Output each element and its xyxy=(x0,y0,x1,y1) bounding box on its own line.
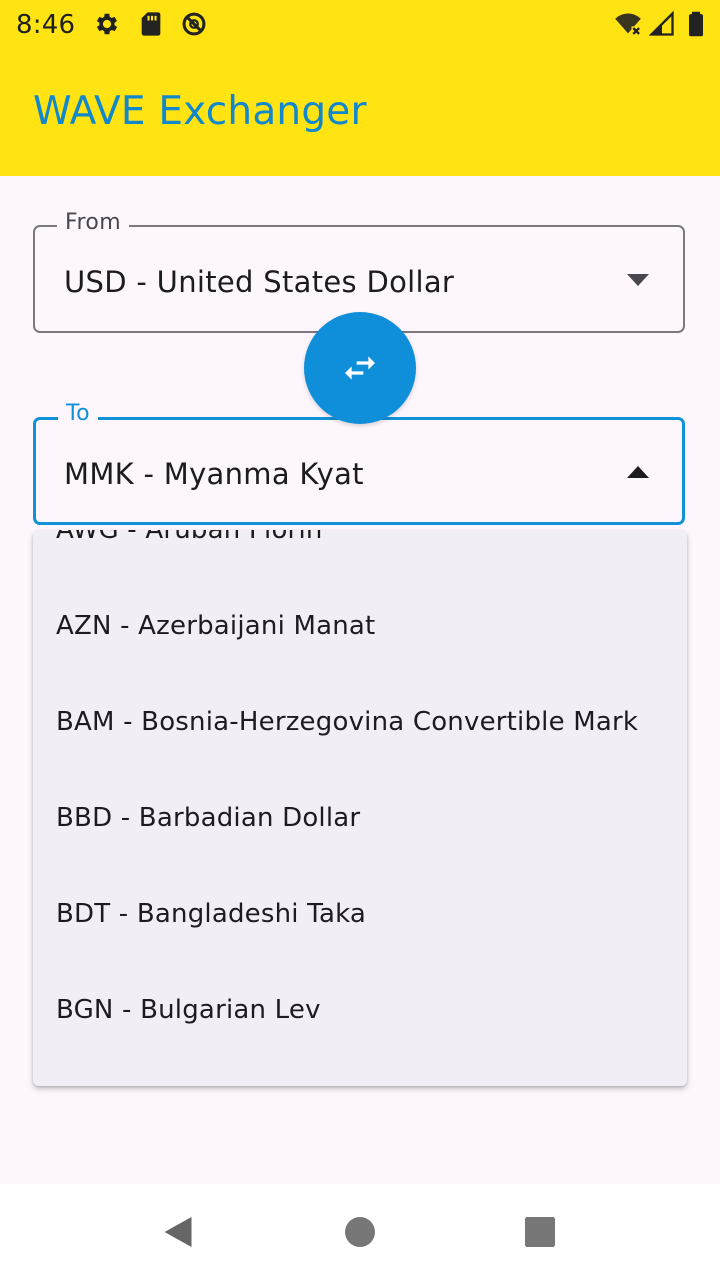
system-navigation-bar xyxy=(0,1184,720,1280)
menu-item-label: BAM - Bosnia-Herzegovina Convertible Mar… xyxy=(56,707,639,737)
currency-dropdown-menu[interactable]: AWG - Aruban Florin AZN - Azerbaijani Ma… xyxy=(33,530,687,1086)
home-icon[interactable] xyxy=(342,1214,378,1250)
swap-arrows-icon xyxy=(345,356,375,380)
status-time: 8:46 xyxy=(16,10,76,40)
swap-currencies-button[interactable] xyxy=(304,312,416,424)
from-field-label: From xyxy=(57,208,130,238)
menu-item-awg[interactable]: AWG - Aruban Florin xyxy=(33,530,687,578)
app-title: WAVE Exchanger xyxy=(33,89,367,134)
menu-item-bam[interactable]: BAM - Bosnia-Herzegovina Convertible Mar… xyxy=(33,674,687,770)
battery-icon xyxy=(689,11,703,37)
app-bar: WAVE Exchanger xyxy=(0,50,720,176)
menu-item-label: BGN - Bulgarian Lev xyxy=(56,995,321,1025)
to-field-value: MMK - Myanma Kyat xyxy=(64,457,364,491)
menu-item-bgn[interactable]: BGN - Bulgarian Lev xyxy=(33,962,687,1058)
menu-item-label: BDT - Bangladeshi Taka xyxy=(56,899,367,929)
menu-item-bbd[interactable]: BBD - Barbadian Dollar xyxy=(33,770,687,866)
to-currency-dropdown[interactable]: To MMK - Myanma Kyat xyxy=(33,399,685,525)
recents-icon[interactable] xyxy=(522,1214,558,1250)
sync-off-icon xyxy=(182,12,206,36)
caret-up-icon xyxy=(627,466,649,478)
menu-item-azn[interactable]: AZN - Azerbaijani Manat xyxy=(33,578,687,674)
cell-signal-icon xyxy=(648,10,674,36)
sd-card-icon xyxy=(141,12,161,36)
menu-item-bdt[interactable]: BDT - Bangladeshi Taka xyxy=(33,866,687,962)
gear-icon xyxy=(96,13,118,35)
to-field-label: To xyxy=(58,399,98,429)
caret-down-icon xyxy=(627,274,649,286)
from-field-value: USD - United States Dollar xyxy=(64,265,455,299)
back-icon[interactable] xyxy=(160,1214,196,1250)
menu-item-label: AZN - Azerbaijani Manat xyxy=(56,611,376,641)
status-bar: 8:46 xyxy=(0,0,720,50)
menu-item-label: BBD - Barbadian Dollar xyxy=(56,803,361,833)
wifi-off-icon xyxy=(615,13,641,36)
menu-item-label: AWG - Aruban Florin xyxy=(56,530,323,545)
